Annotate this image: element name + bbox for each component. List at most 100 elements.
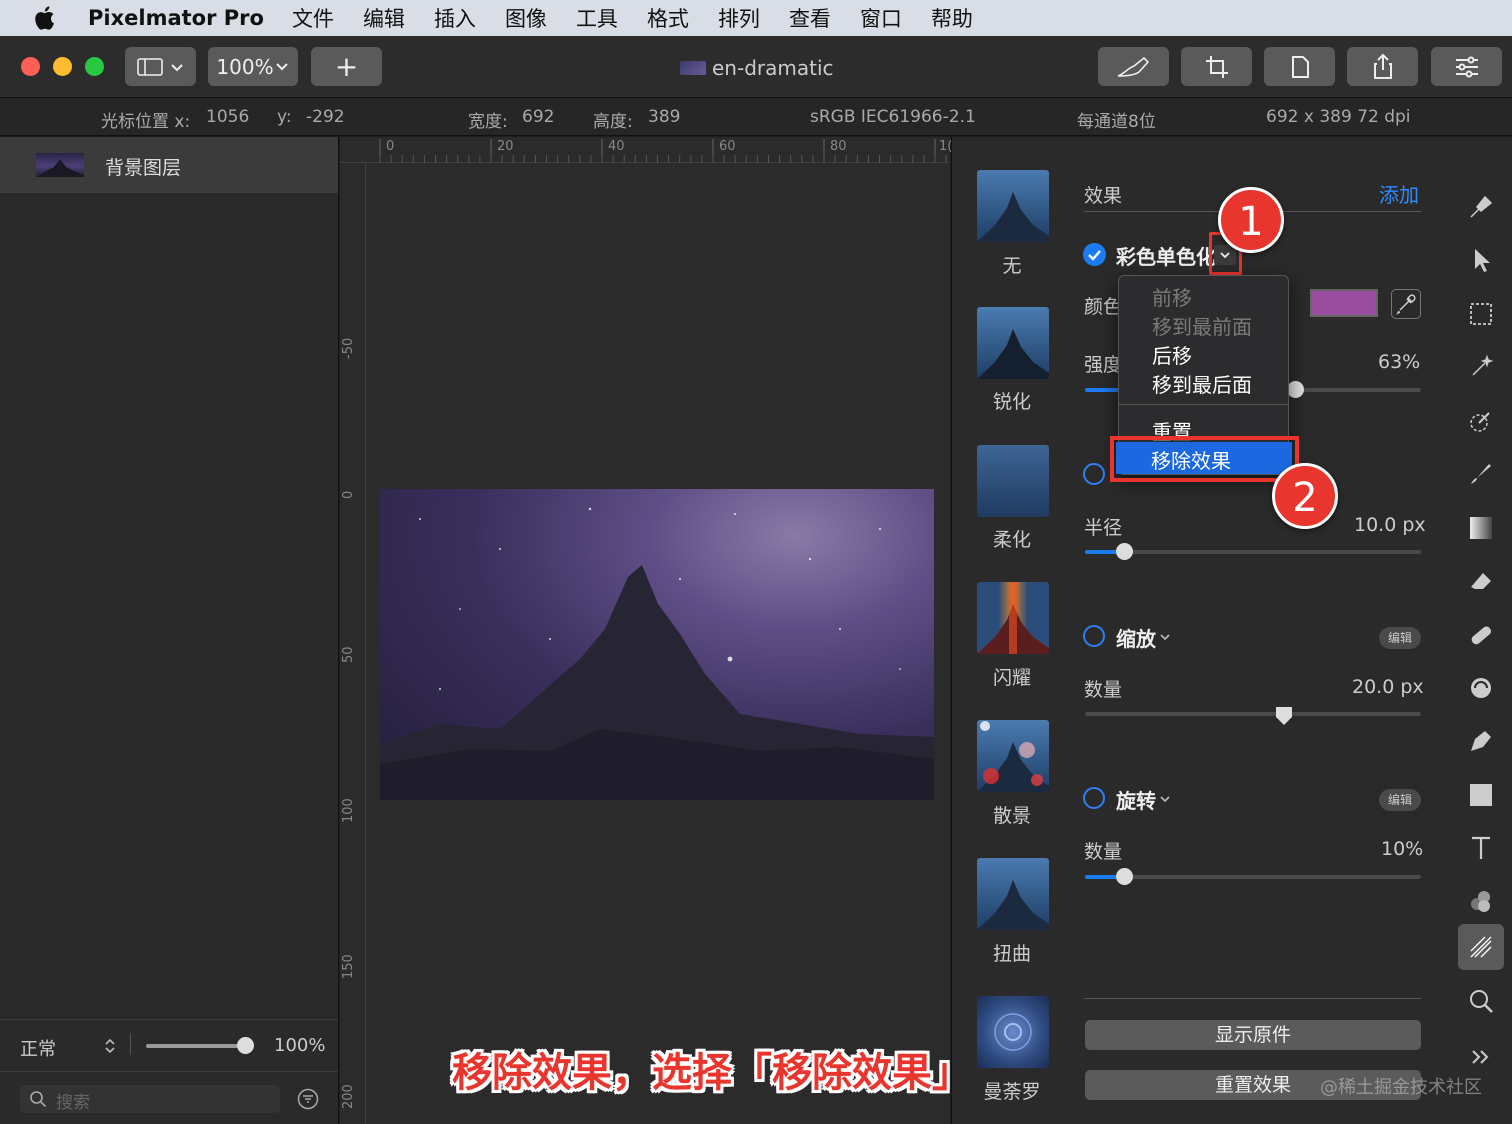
document-icon bbox=[1291, 55, 1309, 78]
effect-thumb-distort[interactable] bbox=[977, 858, 1049, 930]
show-original-button[interactable]: 显示原件 bbox=[1085, 1020, 1421, 1050]
menu-item-send-to-back[interactable]: 移到最后面 bbox=[1152, 369, 1252, 398]
cursor-y-value: -292 bbox=[306, 107, 345, 127]
effect-thumb-soften[interactable] bbox=[977, 445, 1049, 517]
horizontal-ruler: 0 20 40 60 80 1( bbox=[340, 137, 952, 163]
rect-select-icon bbox=[1470, 303, 1492, 325]
menu-separator bbox=[1119, 404, 1288, 405]
selection-tool[interactable] bbox=[1465, 298, 1497, 330]
paint-tool[interactable] bbox=[1465, 458, 1497, 490]
menu-help[interactable]: 帮助 bbox=[931, 3, 973, 33]
add-button[interactable]: + bbox=[311, 47, 382, 86]
opacity-slider[interactable] bbox=[146, 1044, 246, 1048]
effects-tool[interactable] bbox=[1458, 924, 1504, 970]
cursor-x-label: 光标位置 x: bbox=[101, 112, 191, 132]
retouch-tool[interactable] bbox=[1465, 619, 1497, 651]
pen-nib-icon bbox=[1471, 731, 1491, 751]
type-tool[interactable] bbox=[1465, 832, 1497, 864]
filter-icon[interactable] bbox=[297, 1088, 319, 1110]
crop-icon bbox=[1205, 55, 1228, 78]
strength-value: 63% bbox=[1378, 351, 1421, 373]
effect-thumb-bokeh[interactable] bbox=[977, 720, 1049, 792]
eyedropper-icon bbox=[1396, 294, 1416, 315]
quick-select-tool[interactable] bbox=[1465, 351, 1497, 383]
effect-thumb-glow[interactable] bbox=[977, 582, 1049, 654]
minimize-window-button[interactable] bbox=[53, 57, 72, 76]
menu-format[interactable]: 格式 bbox=[647, 3, 689, 33]
document-button[interactable] bbox=[1264, 47, 1335, 86]
eyedropper-button[interactable] bbox=[1391, 289, 1421, 319]
double-chevron-right-icon bbox=[1472, 1050, 1489, 1064]
format-tool[interactable] bbox=[1465, 191, 1497, 223]
width-value: 692 bbox=[522, 107, 555, 127]
color-adjust-tool[interactable] bbox=[1465, 405, 1497, 437]
more-tools-button[interactable] bbox=[1465, 1041, 1497, 1073]
amount-slider-knob[interactable] bbox=[1116, 868, 1133, 885]
document-title: en-dramatic bbox=[680, 56, 834, 80]
effect-thumb-mandala[interactable] bbox=[977, 996, 1049, 1068]
effect-enable-radio[interactable] bbox=[1083, 625, 1105, 647]
effect-thumb-none[interactable] bbox=[977, 170, 1049, 242]
distort-tool[interactable] bbox=[1465, 672, 1497, 704]
chevron-down-icon[interactable] bbox=[1159, 794, 1171, 804]
radius-slider-knob[interactable] bbox=[1116, 543, 1133, 560]
add-effect-link[interactable]: 添加 bbox=[1379, 179, 1419, 208]
ruler-label: 0 bbox=[386, 139, 395, 154]
amount-slider-knob[interactable] bbox=[1275, 706, 1293, 726]
effect-thumb-sharpen[interactable] bbox=[977, 307, 1049, 379]
layer-search-field[interactable]: 搜索 bbox=[20, 1085, 280, 1113]
amount-slider[interactable] bbox=[1085, 712, 1421, 716]
ruler-label: 200 bbox=[341, 1084, 356, 1109]
layer-row[interactable]: 背景图层 bbox=[0, 137, 338, 193]
color-tool[interactable] bbox=[1465, 885, 1497, 917]
menu-arrange[interactable]: 排列 bbox=[718, 3, 760, 33]
edit-button[interactable]: 编辑 bbox=[1379, 789, 1421, 811]
effect-enable-checkbox[interactable] bbox=[1083, 243, 1106, 266]
strength-slider-knob[interactable] bbox=[1287, 381, 1304, 398]
menu-edit[interactable]: 编辑 bbox=[363, 3, 405, 33]
close-window-button[interactable] bbox=[21, 57, 40, 76]
zoom-window-button[interactable] bbox=[85, 57, 104, 76]
crop-button[interactable] bbox=[1181, 47, 1252, 86]
format-tool-button[interactable] bbox=[1098, 47, 1169, 86]
zoom-select[interactable]: 100% bbox=[208, 47, 298, 86]
effect-enable-radio[interactable] bbox=[1083, 463, 1105, 485]
menu-window[interactable]: 窗口 bbox=[860, 3, 902, 33]
vertical-ruler: -50 0 50 100 150 200 bbox=[340, 163, 366, 1124]
menu-insert[interactable]: 插入 bbox=[434, 3, 476, 33]
bandage-icon bbox=[1471, 626, 1492, 645]
pen-tool[interactable] bbox=[1465, 725, 1497, 757]
adjustments-button[interactable] bbox=[1431, 47, 1502, 86]
menu-item-move-backward[interactable]: 后移 bbox=[1152, 340, 1192, 369]
opacity-slider-knob[interactable] bbox=[237, 1037, 254, 1054]
ruler-label: -50 bbox=[341, 337, 356, 359]
effect-enable-radio[interactable] bbox=[1083, 787, 1105, 809]
canvas-image[interactable] bbox=[380, 489, 934, 800]
app-name-menu[interactable]: Pixelmator Pro bbox=[88, 6, 264, 30]
menu-file[interactable]: 文件 bbox=[292, 3, 334, 33]
menu-tools[interactable]: 工具 bbox=[576, 3, 618, 33]
apple-icon[interactable] bbox=[0, 5, 88, 31]
height-label: 高度: bbox=[593, 112, 633, 132]
arrange-tool[interactable] bbox=[1465, 244, 1497, 276]
gradient-tool[interactable] bbox=[1465, 512, 1497, 544]
edit-button[interactable]: 编辑 bbox=[1379, 627, 1421, 649]
sidebar-toggle-button[interactable] bbox=[125, 47, 196, 86]
chevron-down-icon[interactable] bbox=[1159, 632, 1171, 642]
blend-mode-select[interactable]: 正常 bbox=[20, 1035, 56, 1061]
effect-label: 闪耀 bbox=[992, 667, 1031, 689]
effect-name: 彩色单色化 bbox=[1116, 245, 1216, 269]
menu-item-remove-effect[interactable]: 移除效果 bbox=[1116, 442, 1292, 474]
square-icon bbox=[1470, 784, 1492, 806]
menu-view[interactable]: 查看 bbox=[789, 3, 831, 33]
color-swatch[interactable] bbox=[1310, 289, 1378, 317]
shape-tool[interactable] bbox=[1465, 779, 1497, 811]
radius-slider[interactable] bbox=[1085, 550, 1421, 554]
sidebar-icon bbox=[136, 57, 183, 76]
layer-thumbnail bbox=[36, 153, 84, 177]
amount-slider[interactable] bbox=[1085, 875, 1421, 879]
erase-tool[interactable] bbox=[1465, 565, 1497, 597]
share-button[interactable] bbox=[1347, 47, 1418, 86]
menu-image[interactable]: 图像 bbox=[505, 3, 547, 33]
zoom-tool[interactable] bbox=[1465, 985, 1497, 1017]
